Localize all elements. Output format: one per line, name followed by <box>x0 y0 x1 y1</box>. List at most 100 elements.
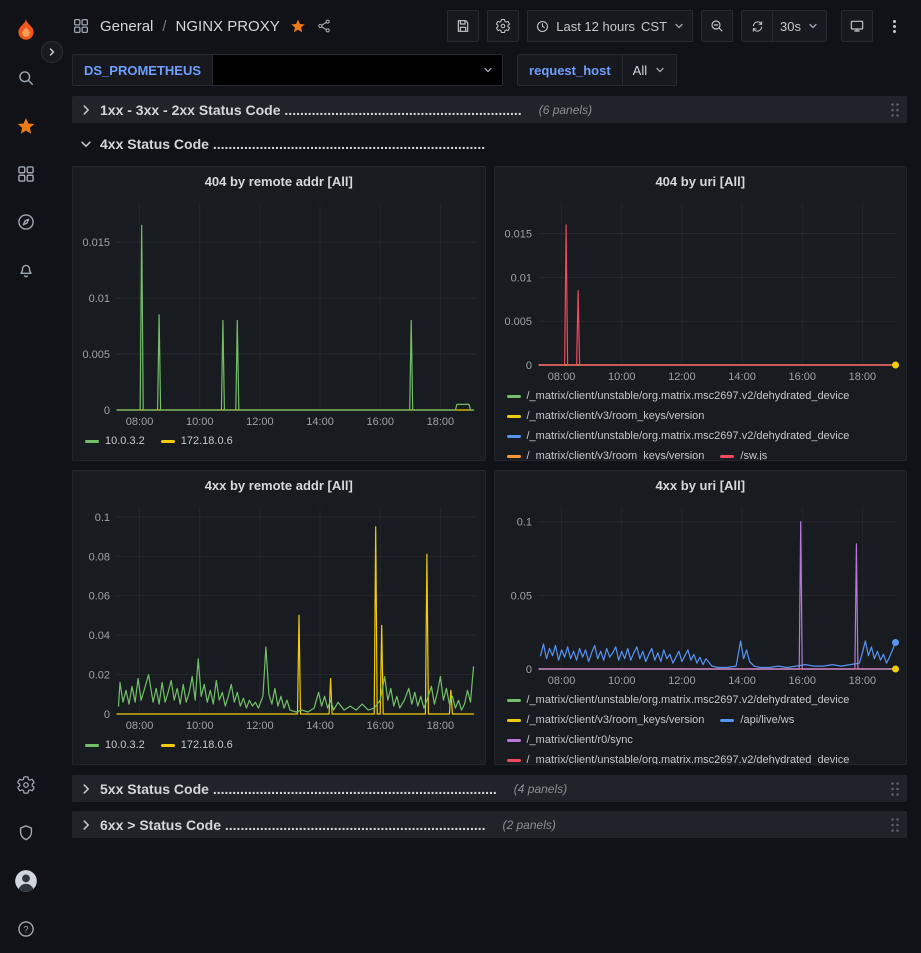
panel-title[interactable]: 4xx by remote addr [All] <box>73 471 485 499</box>
breadcrumb-section[interactable]: General <box>100 18 153 35</box>
legend-item[interactable]: /_matrix/client/unstable/org.matrix.msc2… <box>507 693 850 708</box>
panel-4xx-by-remote-addr: 4xx by remote addr [All] 08:0010:0012:00… <box>72 470 486 765</box>
svg-text:0.005: 0.005 <box>82 349 110 361</box>
compass-icon <box>16 212 36 232</box>
row-drag-handle[interactable] <box>890 781 900 797</box>
row-1xx-3xx-2xx-status-code[interactable]: 1xx - 3xx - 2xx Status Code ............… <box>72 96 907 123</box>
dashboard-toolbar: Last 12 hours CST <box>447 10 907 42</box>
favorite-star-button[interactable] <box>290 18 306 34</box>
dashboards-grid-icon <box>16 164 36 184</box>
time-range-picker[interactable]: Last 12 hours CST <box>527 10 693 42</box>
sidebar-item-dashboards[interactable] <box>0 150 52 198</box>
row-title: 4xx Status Code ........................… <box>100 136 485 152</box>
breadcrumb-separator: / <box>162 18 166 35</box>
timeseries-chart-4xx-by-remote-addr[interactable]: 08:0010:0012:0014:0016:0018:0000.020.040… <box>73 499 485 734</box>
legend-item[interactable]: /_matrix/client/unstable/org.matrix.msc2… <box>507 753 850 765</box>
kebab-icon <box>893 18 896 35</box>
dashboard-canvas: 1xx - 3xx - 2xx Status Code ............… <box>52 88 921 953</box>
sidebar-item-explore[interactable] <box>0 198 52 246</box>
svg-text:18:00: 18:00 <box>427 416 455 428</box>
grafana-app: ? General / NGINX PROXY <box>0 0 921 953</box>
dashboard-submenu: DS_PROMETHEUS request_host All <box>52 52 921 88</box>
sidebar-item-help[interactable]: ? <box>0 905 52 953</box>
legend-item[interactable]: 172.18.0.6 <box>161 434 233 449</box>
search-icon <box>16 68 36 88</box>
drag-handle-icon <box>890 817 900 833</box>
sidebar-item-search[interactable] <box>0 54 52 102</box>
page-header: General / NGINX PROXY <box>52 0 921 52</box>
share-alt-icon <box>316 18 332 34</box>
tv-mode-button[interactable] <box>841 10 873 42</box>
legend-series-marker <box>85 744 99 747</box>
legend-item[interactable]: /_matrix/client/unstable/org.matrix.msc2… <box>507 389 850 404</box>
row-drag-handle[interactable] <box>890 817 900 833</box>
svg-text:10:00: 10:00 <box>607 371 635 383</box>
legend-series-label: /api/live/ws <box>740 713 794 728</box>
svg-text:0: 0 <box>525 664 531 676</box>
more-options-button[interactable] <box>881 10 907 42</box>
legend-series-label: 10.0.3.2 <box>105 738 145 753</box>
row-title: 1xx - 3xx - 2xx Status Code ............… <box>100 102 522 118</box>
panel-title[interactable]: 4xx by uri [All] <box>495 471 907 499</box>
row-5xx-status-code[interactable]: 5xx Status Code ........................… <box>72 775 907 802</box>
breadcrumb: General / NGINX PROXY <box>100 18 280 35</box>
sidebar-item-server-admin[interactable] <box>0 809 52 857</box>
row-6xx-status-code[interactable]: 6xx > Status Code ......................… <box>72 811 907 838</box>
chevron-right-icon <box>46 46 58 58</box>
timeseries-chart-404-by-uri[interactable]: 08:0010:0012:0014:0016:0018:0000.0050.01… <box>495 195 907 385</box>
timeseries-chart-4xx-by-uri[interactable]: 08:0010:0012:0014:0016:0018:0000.050.1 <box>495 499 907 689</box>
legend-series-label: /_matrix/client/r0/sync <box>527 733 633 748</box>
legend-series-label: /_matrix/client/v3/room_keys/version <box>527 449 705 461</box>
refresh-interval-dropdown[interactable]: 30s <box>773 10 827 42</box>
sidebar-expand-button[interactable] <box>41 41 63 63</box>
legend-series-label: /_matrix/client/unstable/org.matrix.msc2… <box>527 389 850 404</box>
sidebar-item-starred[interactable] <box>0 102 52 150</box>
row-title: 5xx Status Code ........................… <box>100 781 497 797</box>
legend-series-marker <box>507 415 521 418</box>
refresh-dashboard-button[interactable] <box>741 10 773 42</box>
variable-request-host-value: All <box>633 63 647 78</box>
legend-series-marker <box>161 440 175 443</box>
legend-item[interactable]: /_matrix/client/r0/sync <box>507 733 633 748</box>
chevron-down-icon <box>482 64 494 76</box>
row-drag-handle[interactable] <box>890 102 900 118</box>
variable-datasource-select[interactable] <box>213 54 503 86</box>
chart-legend: /_matrix/client/unstable/org.matrix.msc2… <box>495 689 907 765</box>
dashboard-settings-button[interactable] <box>487 10 519 42</box>
legend-item[interactable]: /_matrix/client/unstable/org.matrix.msc2… <box>507 429 850 444</box>
share-dashboard-button[interactable] <box>316 18 332 34</box>
row-4xx-status-code[interactable]: 4xx Status Code ........................… <box>72 132 907 156</box>
sidebar-item-profile[interactable] <box>0 857 52 905</box>
legend-item[interactable]: /sw.js <box>720 449 767 461</box>
legend-item[interactable]: /_matrix/client/v3/room_keys/version <box>507 449 705 461</box>
sidebar-item-alerting[interactable] <box>0 246 52 294</box>
legend-series-marker <box>85 440 99 443</box>
chevron-down-icon <box>79 137 93 151</box>
svg-text:0: 0 <box>104 405 110 417</box>
timezone-label: CST <box>641 19 667 34</box>
apps-grid-icon <box>72 17 90 35</box>
sidebar-item-configuration[interactable] <box>0 761 52 809</box>
legend-item[interactable]: /api/live/ws <box>720 713 794 728</box>
svg-text:0.04: 0.04 <box>89 630 110 642</box>
timeseries-chart-404-by-remote-addr[interactable]: 08:0010:0012:0014:0016:0018:0000.0050.01… <box>73 195 485 430</box>
legend-item[interactable]: /_matrix/client/v3/room_keys/version <box>507 713 705 728</box>
zoom-out-time-button[interactable] <box>701 10 733 42</box>
legend-series-label: /sw.js <box>740 449 767 461</box>
legend-item[interactable]: 10.0.3.2 <box>85 434 145 449</box>
variable-request-host-select[interactable]: All <box>623 54 677 86</box>
panel-title[interactable]: 404 by uri [All] <box>495 167 907 195</box>
legend-item[interactable]: /_matrix/client/v3/room_keys/version <box>507 409 705 424</box>
main-area: General / NGINX PROXY <box>52 0 921 953</box>
legend-item[interactable]: 10.0.3.2 <box>85 738 145 753</box>
legend-item[interactable]: 172.18.0.6 <box>161 738 233 753</box>
save-dashboard-button[interactable] <box>447 10 479 42</box>
svg-text:16:00: 16:00 <box>788 371 816 383</box>
svg-text:0.06: 0.06 <box>89 591 110 603</box>
svg-text:0.1: 0.1 <box>516 517 531 529</box>
page-title[interactable]: NGINX PROXY <box>176 18 280 35</box>
panel-title[interactable]: 404 by remote addr [All] <box>73 167 485 195</box>
chart-legend: /_matrix/client/unstable/org.matrix.msc2… <box>495 385 907 461</box>
panel-grid: 404 by remote addr [All] 08:0010:0012:00… <box>72 166 907 765</box>
gear-icon <box>16 775 36 795</box>
